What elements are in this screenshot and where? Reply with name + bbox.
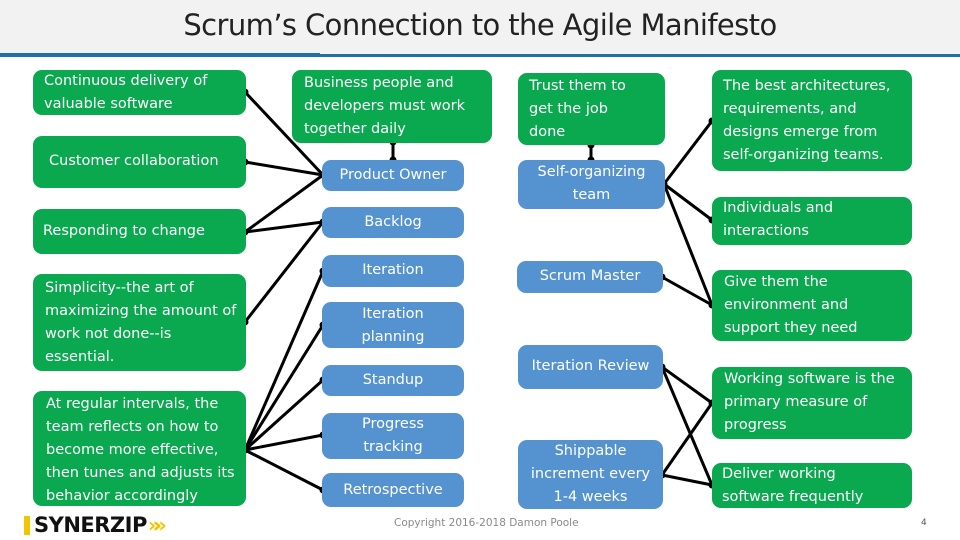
connector-regular-intervals-to-standup: [243, 378, 325, 452]
principle-text: Deliver working software frequently: [722, 466, 864, 505]
principle-text: At regular intervals, the team reflects …: [46, 396, 235, 504]
principle-business-people: Business people and developers must work…: [292, 70, 492, 143]
chevrons-icon: »»: [147, 513, 167, 537]
scrum-standup: Standup: [322, 365, 464, 396]
scrum-iteration-planning: Iteration planning: [322, 302, 464, 348]
scrum-text: Iteration: [362, 262, 424, 278]
connector-regular-intervals-to-iteration: [243, 270, 325, 451]
principle-trust-them: Trust them to get the job done: [518, 73, 665, 145]
scrum-text: Standup: [362, 372, 424, 388]
scrum-iteration: Iteration: [322, 255, 464, 287]
scrum-self-organizing-team: Self-organizing team: [518, 160, 665, 209]
scrum-text: Self-organizing team: [537, 164, 646, 203]
principle-text: Simplicity--the art of maximizing the am…: [45, 280, 237, 365]
scrum-scrum-master: Scrum Master: [517, 261, 663, 293]
principle-text: Working software is the primary measure …: [724, 371, 895, 433]
connector-iteration-review-to-working-software: [661, 365, 713, 405]
principle-text: Give them the environment and support th…: [724, 274, 858, 336]
connector-shippable-increment-to-deliver-frequently: [661, 473, 713, 487]
principle-text: Continuous delivery of valuable software: [44, 73, 208, 112]
principle-best-architectures: The best architectures, requirements, an…: [712, 70, 912, 171]
connector-regular-intervals-to-retrospective: [244, 448, 324, 492]
connector-scrum-master-to-give-environment: [661, 275, 713, 307]
scrum-backlog: Backlog: [322, 207, 464, 238]
principle-text: The best architectures, requirements, an…: [723, 78, 891, 163]
connector-regular-intervals-to-progress-tracking: [244, 433, 324, 452]
principle-responding-to-change: Responding to change: [33, 209, 246, 254]
connector-simplicity-to-backlog: [243, 221, 325, 323]
scrum-text: Scrum Master: [539, 268, 641, 284]
scrum-shippable-increment: Shippable increment every 1-4 weeks: [518, 440, 663, 509]
principle-text: Responding to change: [43, 223, 205, 239]
principle-individuals: Individuals and interactions: [712, 197, 912, 245]
scrum-text: Product Owner: [339, 167, 447, 183]
scrum-text: Retrospective: [343, 482, 443, 498]
scrum-text: Iteration planning: [361, 306, 425, 345]
principle-text: Trust them to get the job done: [529, 78, 626, 140]
connector-self-organizing-team-to-individuals: [663, 182, 713, 222]
scrum-progress-tracking: Progress tracking: [322, 413, 464, 459]
principle-continuous-delivery: Continuous delivery of valuable software: [33, 70, 246, 115]
slide-title: Scrum’s Connection to the Agile Manifest…: [183, 8, 777, 42]
scrum-text: Backlog: [364, 214, 422, 230]
principle-regular-intervals: At regular intervals, the team reflects …: [33, 391, 246, 506]
principle-working-software: Working software is the primary measure …: [712, 367, 912, 439]
synerzip-logo: SYNERZIP »»: [24, 513, 167, 537]
connector-responding-to-change-to-product-owner: [244, 173, 324, 234]
connector-self-organizing-team-to-best-architectures: [662, 120, 714, 185]
logo-text: SYNERZIP: [34, 513, 147, 537]
principle-customer-collaboration: Customer collaboration: [33, 136, 246, 188]
principle-text: Business people and developers must work…: [304, 75, 466, 137]
connector-iteration-review-to-deliver-frequently: [660, 366, 714, 486]
connector-self-organizing-team-to-give-environment: [662, 183, 714, 306]
logo-bar-icon: [24, 515, 30, 535]
principle-deliver-frequently: Deliver working software frequently: [712, 463, 912, 508]
scrum-product-owner: Product Owner: [322, 160, 464, 191]
scrum-retrospective: Retrospective: [322, 473, 464, 507]
principle-text: Customer collaboration: [49, 153, 219, 169]
page-number: 4: [921, 518, 927, 528]
connector-responding-to-change-to-backlog: [244, 220, 324, 234]
principle-text: Individuals and interactions: [723, 200, 834, 239]
scrum-iteration-review: Iteration Review: [518, 345, 663, 389]
connector-customer-collaboration-to-product-owner: [244, 160, 324, 177]
copyright-notice: Copyright 2016-2018 Damon Poole: [394, 517, 579, 529]
scrum-text: Progress tracking: [362, 416, 424, 455]
principle-simplicity: Simplicity--the art of maximizing the am…: [33, 274, 246, 371]
principle-give-environment: Give them the environment and support th…: [712, 270, 912, 341]
connector-shippable-increment-to-working-software: [660, 402, 714, 476]
scrum-text: Shippable increment every 1-4 weeks: [530, 443, 651, 505]
connector-regular-intervals-to-iteration-planning: [243, 324, 325, 451]
header-rule-accent: [0, 53, 320, 57]
scrum-text: Iteration Review: [531, 358, 650, 374]
